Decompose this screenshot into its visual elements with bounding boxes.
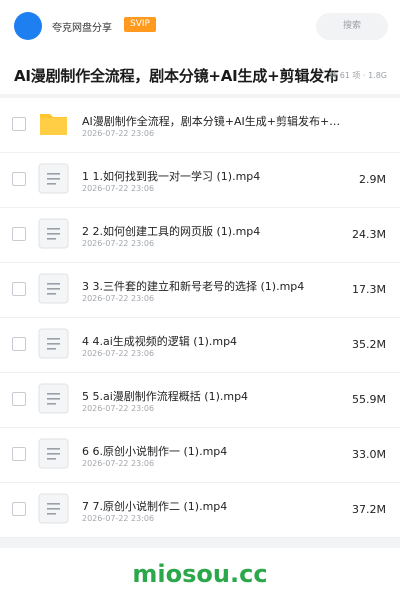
file-row[interactable]: 3 3.三件套的建立和新号老号的选择 (1).mp4 2026-07-22 23:… [0, 263, 400, 318]
file-name[interactable]: 4 4.ai生成视频的逻辑 (1).mp4 [82, 333, 237, 349]
file-size: 2.9M [359, 173, 386, 186]
search-input[interactable]: 搜索 [316, 13, 388, 40]
file-name[interactable]: 6 6.原创小说制作一 (1).mp4 [82, 443, 227, 459]
page-title: AI漫剧制作全流程，剧本分镜+AI生成+剪辑发布 [14, 67, 339, 85]
document-icon [38, 493, 69, 524]
select-checkbox[interactable] [12, 282, 26, 296]
item-count: 共 61 项 · 1.8G [329, 71, 387, 80]
file-row[interactable]: 2 2.如何创建工具的网页版 (1).mp4 2026-07-22 23:06 24… [0, 208, 400, 263]
top-bar: 夸克网盘分享 SVIP 搜索 [0, 0, 400, 52]
file-name[interactable]: 2 2.如何创建工具的网页版 (1).mp4 [82, 223, 260, 239]
brand-name: 夸克网盘分享 [52, 23, 112, 34]
select-checkbox[interactable] [12, 337, 26, 351]
file-row[interactable]: 7 7.原创小说制作二 (1).mp4 2026-07-22 23:06 37.2M [0, 483, 400, 538]
title-bar: AI漫剧制作全流程，剧本分镜+AI生成+剪辑发布 共 61 项 · 1.8G [0, 52, 400, 94]
file-size: 55.9M [352, 393, 386, 406]
folder-row[interactable]: AI漫剧制作全流程，剧本分镜+AI生成+剪辑发布+… 2026-07-22 23:… [0, 98, 400, 153]
file-size: 33.0M [352, 448, 386, 461]
select-checkbox[interactable] [12, 502, 26, 516]
file-date: 2026-07-22 23:06 [82, 184, 155, 193]
select-checkbox[interactable] [12, 117, 26, 131]
select-checkbox[interactable] [12, 447, 26, 461]
file-row[interactable]: 6 6.原创小说制作一 (1).mp4 2026-07-22 23:06 33.0M [0, 428, 400, 483]
select-checkbox[interactable] [12, 392, 26, 406]
folder-icon [38, 108, 69, 139]
document-icon [38, 163, 69, 194]
file-size: 24.3M [352, 228, 386, 241]
document-icon [38, 438, 69, 469]
document-icon [38, 328, 69, 359]
file-list: AI漫剧制作全流程，剧本分镜+AI生成+剪辑发布+… 2026-07-22 23:… [0, 98, 400, 538]
document-icon [38, 218, 69, 249]
watermark: miosou.cc [132, 560, 268, 588]
file-date: 2026-07-22 23:06 [82, 459, 155, 468]
file-date: 2026-07-22 23:06 [82, 404, 155, 413]
select-checkbox[interactable] [12, 227, 26, 241]
file-size: 17.3M [352, 283, 386, 296]
file-row[interactable]: 1 1.如何找到我一对一学习 (1).mp4 2026-07-22 23:06 2.… [0, 153, 400, 208]
file-date: 2026-07-22 23:06 [82, 129, 155, 138]
footer: miosou.cc [0, 548, 400, 600]
file-date: 2026-07-22 23:06 [82, 349, 155, 358]
svip-badge: SVIP [124, 17, 156, 32]
file-name[interactable]: 5 5.ai漫剧制作流程概括 (1).mp4 [82, 388, 248, 404]
document-icon [38, 273, 69, 304]
avatar[interactable] [14, 12, 42, 40]
file-name[interactable]: 7 7.原创小说制作二 (1).mp4 [82, 498, 227, 514]
document-icon [38, 383, 69, 414]
file-row[interactable]: 4 4.ai生成视频的逻辑 (1).mp4 2026-07-22 23:06 35.… [0, 318, 400, 373]
file-date: 2026-07-22 23:06 [82, 239, 155, 248]
file-date: 2026-07-22 23:06 [82, 294, 155, 303]
file-date: 2026-07-22 23:06 [82, 514, 155, 523]
file-size: 37.2M [352, 503, 386, 516]
file-row[interactable]: 5 5.ai漫剧制作流程概括 (1).mp4 2026-07-22 23:06 55… [0, 373, 400, 428]
select-checkbox[interactable] [12, 172, 26, 186]
file-name[interactable]: 3 3.三件套的建立和新号老号的选择 (1).mp4 [82, 278, 304, 294]
file-name[interactable]: AI漫剧制作全流程，剧本分镜+AI生成+剪辑发布+… [82, 113, 340, 129]
file-size: 35.2M [352, 338, 386, 351]
file-name[interactable]: 1 1.如何找到我一对一学习 (1).mp4 [82, 168, 260, 184]
